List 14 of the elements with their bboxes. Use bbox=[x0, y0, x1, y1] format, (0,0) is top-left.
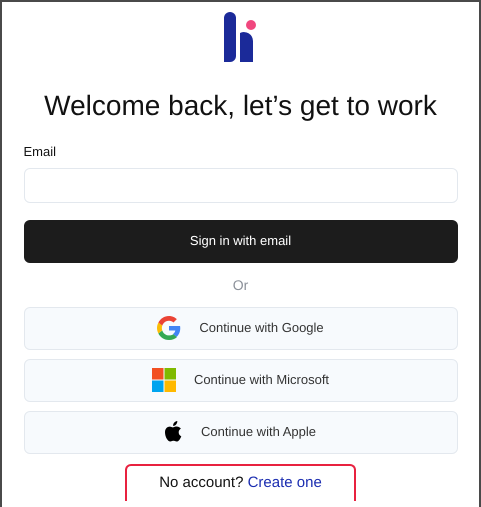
page-heading: Welcome back, let’s get to work bbox=[44, 89, 437, 123]
provider-button[interactable]: Continue with Apple bbox=[24, 410, 458, 454]
four-squares-icon bbox=[152, 368, 176, 392]
logo-icon bbox=[224, 12, 258, 62]
email-label: Email bbox=[24, 143, 56, 161]
sign-in-button[interactable]: Sign in with email bbox=[24, 220, 458, 262]
apple-icon bbox=[165, 421, 184, 443]
signup-prompt: No account? Create one bbox=[159, 472, 322, 493]
email-input-field[interactable] bbox=[24, 168, 458, 202]
google-g-icon bbox=[157, 316, 182, 340]
create-account-link[interactable]: Create one bbox=[248, 474, 322, 491]
or-divider-text: Or bbox=[232, 276, 248, 294]
provider-button[interactable]: Continue with Google bbox=[24, 306, 458, 350]
provider-button[interactable]: Continue with Microsoft bbox=[24, 358, 458, 402]
